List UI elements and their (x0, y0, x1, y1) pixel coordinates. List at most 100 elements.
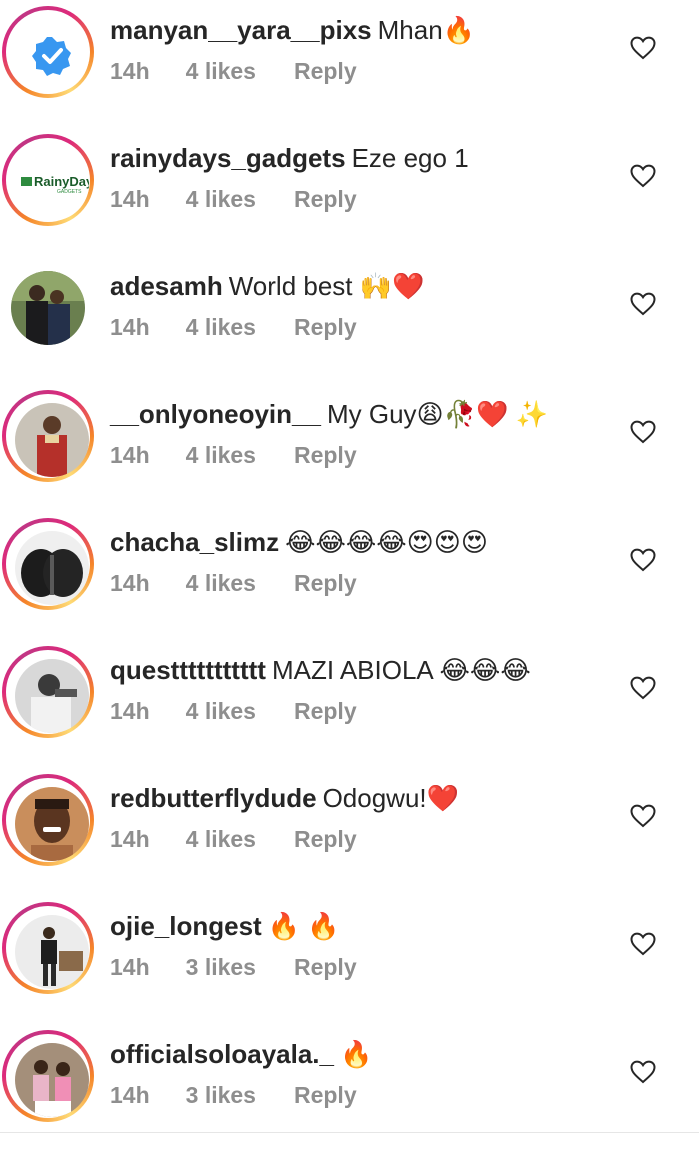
comment-text: Mhan🔥 (377, 15, 476, 45)
reply-button[interactable]: Reply (294, 442, 357, 468)
avatar-border (6, 394, 90, 478)
reply-button[interactable]: Reply (294, 1082, 357, 1108)
comment-time: 14h (110, 826, 150, 852)
heart-outline-icon[interactable] (630, 548, 656, 572)
comment-meta: 14h 3 likes Reply (110, 952, 357, 982)
comment-row: chacha_slimz 😂😂😂😂😍😍😍 14h 4 likes Reply (0, 512, 699, 640)
comment-line: __onlyoneoyin__ My Guy😩🥀❤️ ✨ (110, 398, 548, 430)
logo-text: RainyDays (34, 174, 89, 189)
comment-row: adesamh World best 🙌❤️ 14h 4 likes Reply (0, 256, 699, 384)
story-ring[interactable] (2, 774, 94, 866)
avatar-border (6, 10, 90, 94)
comment-text: My Guy😩🥀❤️ ✨ (326, 399, 548, 429)
avatar[interactable] (15, 1043, 89, 1117)
comment-likes[interactable]: 4 likes (186, 314, 256, 340)
avatar-border (6, 650, 90, 734)
comment-likes[interactable]: 4 likes (186, 570, 256, 596)
story-ring[interactable] (2, 6, 94, 98)
comment-time: 14h (110, 58, 150, 84)
reply-button[interactable]: Reply (294, 826, 357, 852)
avatar[interactable] (15, 531, 89, 605)
avatar-border (6, 778, 90, 862)
verified-badge-icon (15, 19, 89, 93)
comment-likes[interactable]: 3 likes (186, 1082, 256, 1108)
comment-line: chacha_slimz 😂😂😂😂😍😍😍 (110, 526, 488, 558)
comment-likes[interactable]: 3 likes (186, 954, 256, 980)
comment-meta: 14h 4 likes Reply (110, 568, 357, 598)
comment-likes[interactable]: 4 likes (186, 58, 256, 84)
avatar[interactable] (11, 271, 85, 345)
heart-outline-icon[interactable] (630, 676, 656, 700)
avatar-border (11, 271, 85, 345)
comment-username[interactable]: officialsoloayala._ (110, 1039, 334, 1069)
story-ring[interactable] (2, 262, 94, 354)
story-ring[interactable]: RainyDaysGADGETS (2, 134, 94, 226)
comment-time: 14h (110, 442, 150, 468)
comment-time: 14h (110, 954, 150, 980)
comment-row: __onlyoneoyin__ My Guy😩🥀❤️ ✨ 14h 4 likes Re… (0, 384, 699, 512)
comment-meta: 14h 3 likes Reply (110, 1080, 357, 1110)
heart-outline-icon[interactable] (630, 932, 656, 956)
comment-text: World best 🙌❤️ (228, 271, 425, 301)
comment-time: 14h (110, 570, 150, 596)
avatar[interactable]: RainyDaysGADGETS (15, 147, 89, 221)
comment-line: rainydays_gadgets Eze ego 1 (110, 142, 469, 174)
comment-meta: 14h 4 likes Reply (110, 440, 357, 470)
avatar[interactable] (15, 915, 89, 989)
comment-row: manyan__yara__pixs Mhan🔥 14h 4 likes Reply (0, 0, 699, 128)
avatar-border (6, 522, 90, 606)
story-ring[interactable] (2, 1030, 94, 1122)
reply-button[interactable]: Reply (294, 698, 357, 724)
avatar-photo (11, 271, 85, 345)
heart-outline-icon[interactable] (630, 1060, 656, 1084)
avatar-photo (15, 403, 89, 477)
comment-row: questtttttttttt MAZI ABIOLA 😂😂😂 14h 4 like… (0, 640, 699, 768)
comment-username[interactable]: adesamh (110, 271, 223, 301)
avatar-photo (15, 531, 89, 605)
comments-list: manyan__yara__pixs Mhan🔥 14h 4 likes Reply … (0, 0, 699, 1140)
comment-line: officialsoloayala._ 🔥 (110, 1038, 372, 1070)
avatar-photo (15, 1043, 89, 1117)
comment-meta: 14h 4 likes Reply (110, 696, 357, 726)
comment-likes[interactable]: 4 likes (186, 826, 256, 852)
reply-button[interactable]: Reply (294, 954, 357, 980)
heart-outline-icon[interactable] (630, 420, 656, 444)
comment-username[interactable]: rainydays_gadgets (110, 143, 346, 173)
comment-text: 🔥 (339, 1039, 373, 1069)
reply-button[interactable]: Reply (294, 58, 357, 84)
comment-row: RainyDaysGADGETS rainydays_gadgetsEze eg… (0, 128, 699, 256)
comment-time: 14h (110, 1082, 150, 1108)
avatar[interactable] (15, 403, 89, 477)
comment-time: 14h (110, 314, 150, 340)
avatar[interactable] (15, 19, 89, 93)
comment-meta: 14h 4 likes Reply (110, 824, 357, 854)
comment-username[interactable]: ojie_longest (110, 911, 262, 941)
comment-row: ojie_longest 🔥 🔥 14h 3 likes Reply (0, 896, 699, 1024)
comment-username[interactable]: __onlyoneoyin__ (110, 399, 321, 429)
comment-username[interactable]: questtttttttttt (110, 655, 266, 685)
reply-button[interactable]: Reply (294, 570, 357, 596)
comment-row: redbutterflydude Odogwu!❤️ 14h 4 likes Repl… (0, 768, 699, 896)
comment-username[interactable]: chacha_slimz (110, 527, 279, 557)
comment-username[interactable]: manyan__yara__pixs (110, 15, 372, 45)
reply-button[interactable]: Reply (294, 314, 357, 340)
heart-outline-icon[interactable] (630, 804, 656, 828)
heart-outline-icon[interactable] (630, 292, 656, 316)
heart-outline-icon[interactable] (630, 164, 656, 188)
comment-text: 😂😂😂😂😍😍😍 (285, 527, 488, 557)
comment-username[interactable]: redbutterflydude (110, 783, 317, 813)
story-ring[interactable] (2, 390, 94, 482)
comment-line: ojie_longest 🔥 🔥 (110, 910, 340, 942)
avatar[interactable] (15, 659, 89, 733)
story-ring[interactable] (2, 518, 94, 610)
comment-likes[interactable]: 4 likes (186, 698, 256, 724)
comment-likes[interactable]: 4 likes (186, 442, 256, 468)
heart-outline-icon[interactable] (630, 36, 656, 60)
comment-meta: 14h 4 likes Reply (110, 56, 357, 86)
story-ring[interactable] (2, 902, 94, 994)
comment-likes[interactable]: 4 likes (186, 186, 256, 212)
avatar[interactable] (15, 787, 89, 861)
divider (0, 1132, 699, 1133)
story-ring[interactable] (2, 646, 94, 738)
reply-button[interactable]: Reply (294, 186, 357, 212)
